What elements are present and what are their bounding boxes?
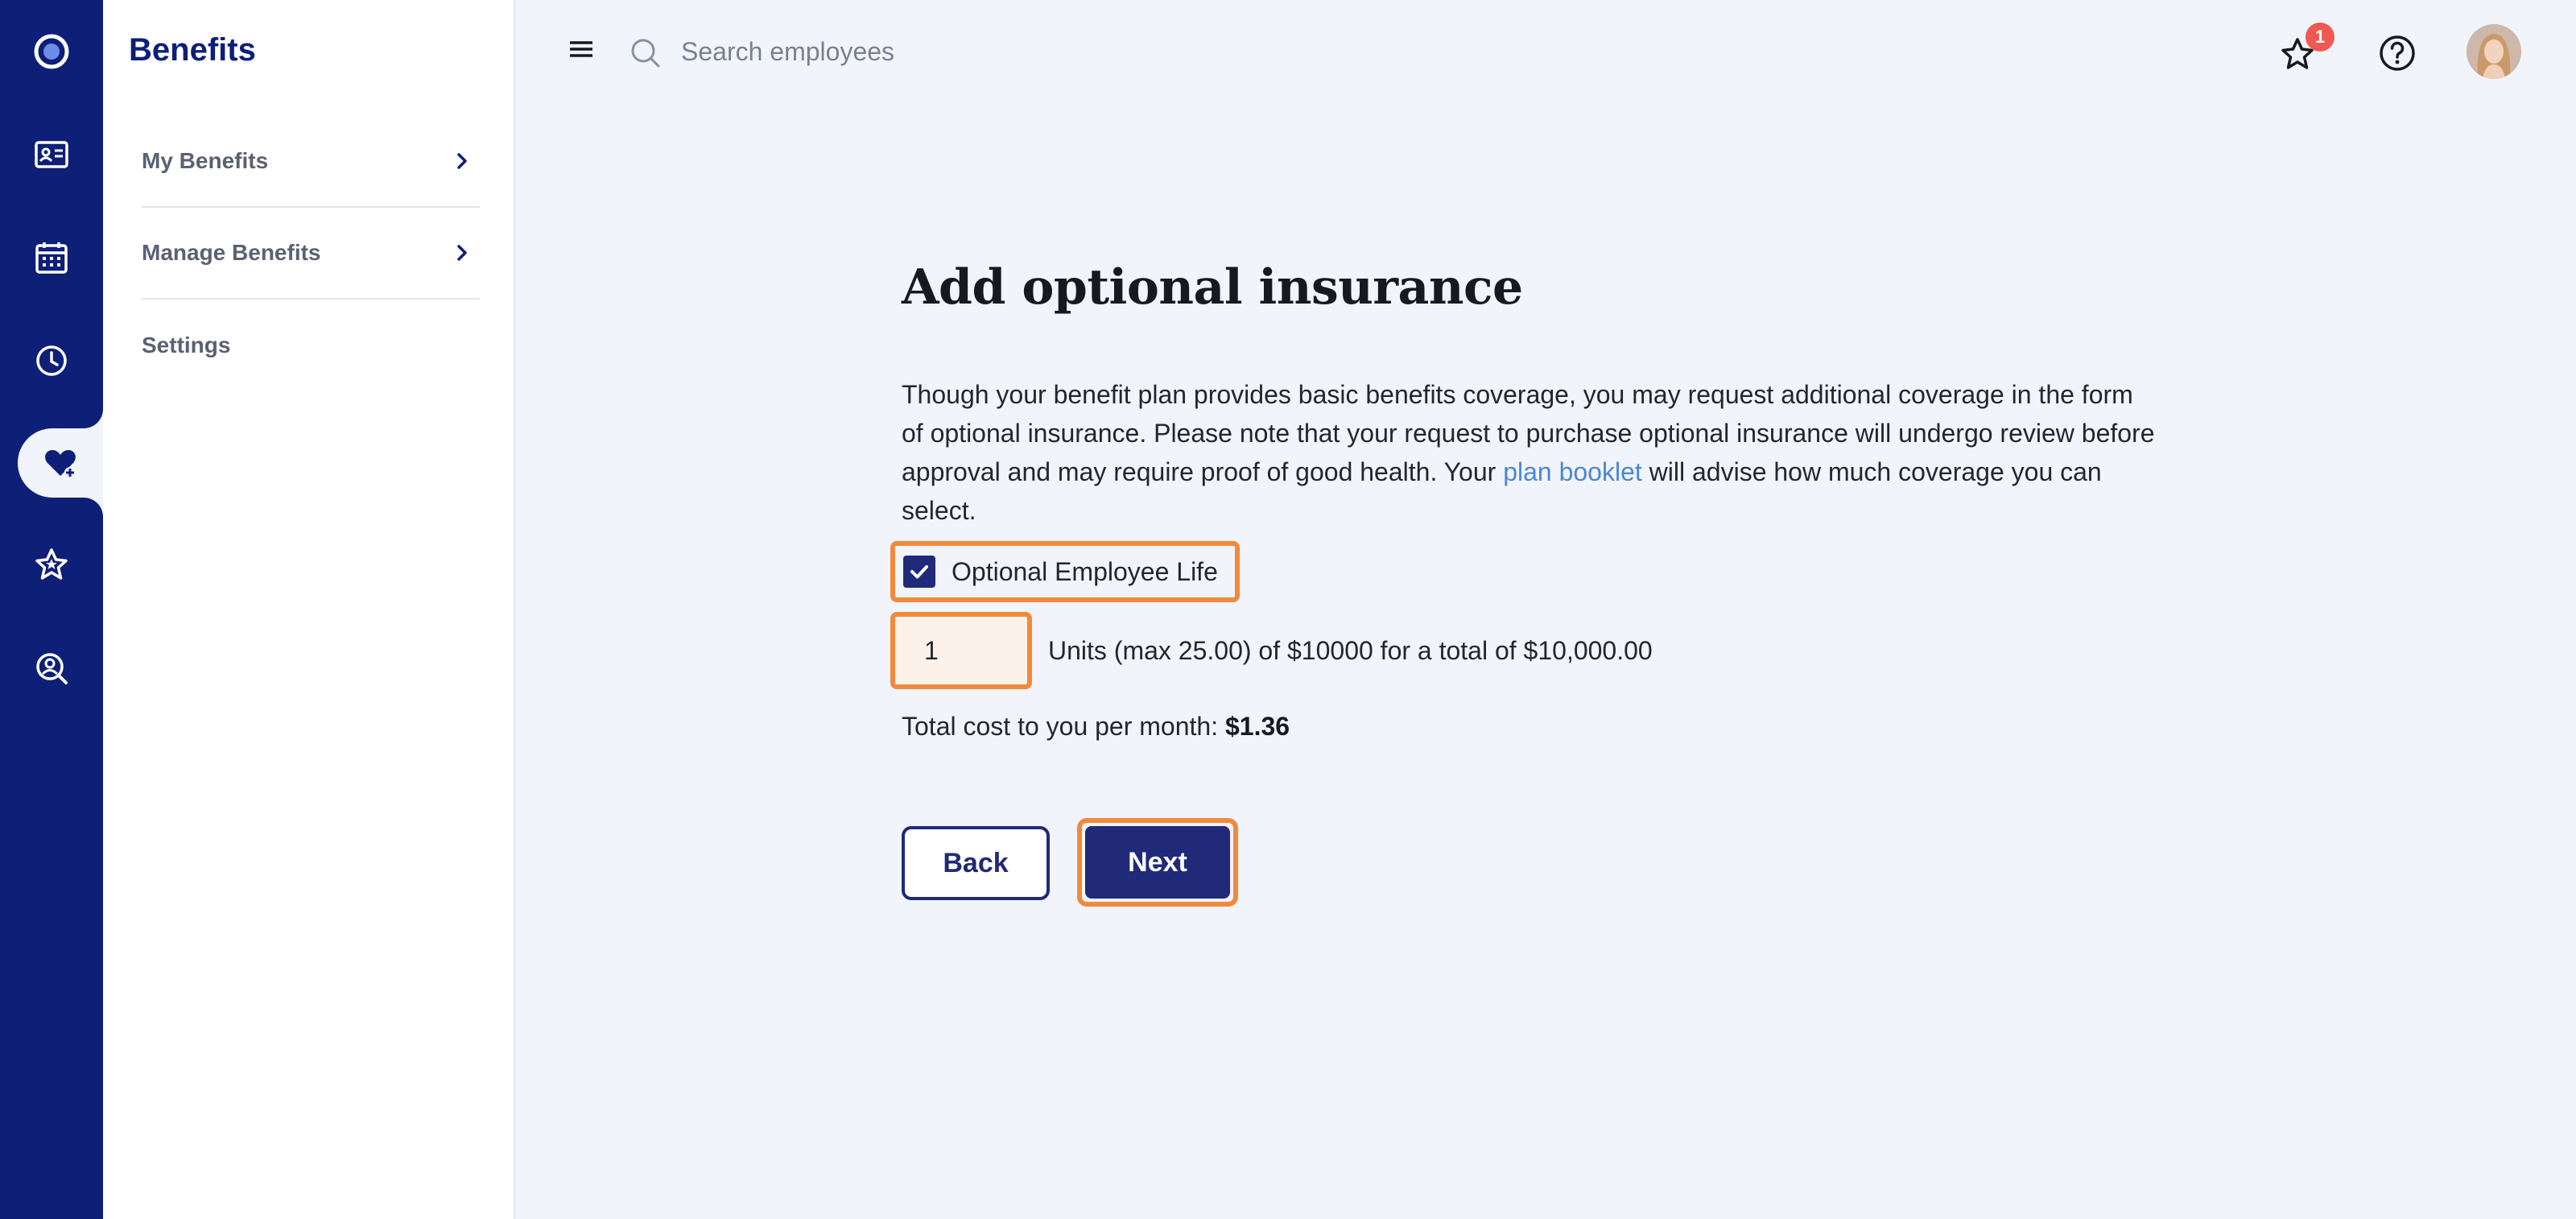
next-button[interactable]: Next	[1085, 826, 1230, 899]
units-input[interactable]	[895, 617, 1027, 684]
sidebar-item-settings[interactable]: Settings	[142, 300, 480, 391]
app-rail	[0, 0, 103, 1219]
sidebar-nav: My Benefits Manage Benefits Settings	[142, 116, 480, 391]
search-icon	[631, 39, 660, 68]
calendar-icon	[35, 242, 68, 274]
notification-badge: 1	[2306, 23, 2334, 52]
rail-logo[interactable]	[0, 13, 103, 90]
sidebar-item-label: My Benefits	[142, 148, 269, 173]
sidebar-title: Benefits	[129, 32, 256, 68]
sidebar-item-manage-benefits[interactable]: Manage Benefits	[142, 208, 480, 300]
topbar: 1	[515, 0, 2576, 103]
menu-icon[interactable]	[564, 32, 599, 68]
optional-employee-life-checkbox[interactable]	[903, 556, 935, 588]
sidebar-item-my-benefits[interactable]: My Benefits	[142, 116, 480, 208]
logo-icon	[34, 34, 69, 69]
cost-value: $1.36	[1224, 712, 1290, 741]
units-field-wrapper	[890, 612, 1032, 689]
sidebar-item-label: Manage Benefits	[142, 240, 321, 265]
help-icon[interactable]	[2375, 31, 2420, 76]
id-card-icon	[35, 141, 68, 168]
cost-label: Total cost to you per month:	[902, 712, 1225, 741]
rail-item-time[interactable]	[0, 322, 103, 399]
chevron-right-icon	[457, 153, 467, 169]
option-label: Optional Employee Life	[952, 556, 1218, 586]
star-icon	[35, 548, 68, 580]
sidebar: Benefits My Benefits Manage Benefits Set…	[103, 0, 515, 1219]
person-search-icon	[36, 653, 68, 684]
search-input[interactable]	[681, 31, 1245, 72]
back-button[interactable]: Back	[902, 826, 1050, 900]
checkmark-icon	[910, 565, 928, 579]
rail-item-recognition[interactable]	[0, 527, 103, 604]
clock-icon	[36, 345, 67, 376]
chevron-right-icon	[457, 245, 467, 261]
user-photo	[2467, 24, 2521, 79]
heart-plus-icon	[45, 450, 76, 478]
units-description: Units (max 25.00) of $10000 for a total …	[1048, 635, 1653, 665]
rail-item-directory[interactable]	[0, 630, 103, 707]
plan-booklet-link[interactable]: plan booklet	[1503, 457, 1642, 486]
units-row: Units (max 25.00) of $10000 for a total …	[890, 612, 1653, 689]
page-title: Add optional insurance	[902, 259, 1523, 316]
optional-employee-life-option[interactable]: Optional Employee Life	[890, 541, 1240, 602]
rail-item-benefits[interactable]	[18, 428, 103, 498]
monthly-cost: Total cost to you per month: $1.36	[902, 712, 1290, 742]
next-button-highlight: Next	[1077, 818, 1238, 907]
avatar[interactable]	[2467, 24, 2521, 79]
sidebar-item-label: Settings	[142, 333, 231, 357]
rail-item-calendar[interactable]	[0, 219, 103, 296]
main-content: Add optional insurance Though your benef…	[890, 242, 2157, 907]
rail-item-profile[interactable]	[0, 116, 103, 193]
intro-paragraph: Though your benefit plan provides basic …	[902, 375, 2157, 530]
